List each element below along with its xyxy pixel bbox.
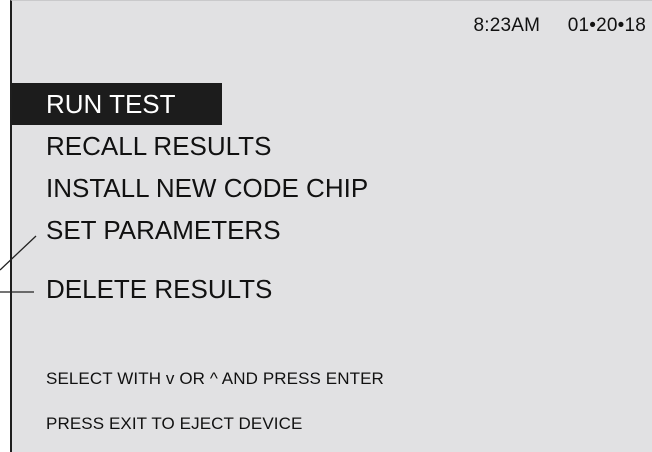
menu-item-label: RECALL RESULTS — [46, 131, 272, 161]
device-display-screen: 8:23AM 01•20•18 RUN TEST RECALL RESULTS … — [10, 0, 652, 452]
menu-item-label: RUN TEST — [12, 83, 222, 125]
main-menu: RUN TEST RECALL RESULTS INSTALL NEW CODE… — [12, 83, 412, 310]
menu-item-set-parameters[interactable]: SET PARAMETERS — [12, 209, 412, 251]
exit-instruction: PRESS EXIT TO EJECT DEVICE — [46, 414, 303, 433]
menu-item-delete-results[interactable]: DELETE RESULTS — [12, 268, 412, 310]
clock-date: 01•20•18 — [567, 15, 646, 36]
menu-item-label: DELETE RESULTS — [46, 274, 273, 304]
clock-time: 8:23AM — [473, 15, 541, 36]
menu-item-label: SET PARAMETERS — [46, 215, 281, 245]
select-instruction: SELECT WITH v OR ^ AND PRESS ENTER — [46, 369, 384, 388]
menu-item-run-test[interactable]: RUN TEST — [12, 83, 412, 125]
status-bar: 8:23AM 01•20•18 — [474, 15, 646, 37]
menu-item-recall-results[interactable]: RECALL RESULTS — [12, 125, 412, 167]
menu-item-install-new-code-chip[interactable]: INSTALL NEW CODE CHIP — [12, 167, 412, 209]
menu-item-label: INSTALL NEW CODE CHIP — [46, 173, 369, 203]
